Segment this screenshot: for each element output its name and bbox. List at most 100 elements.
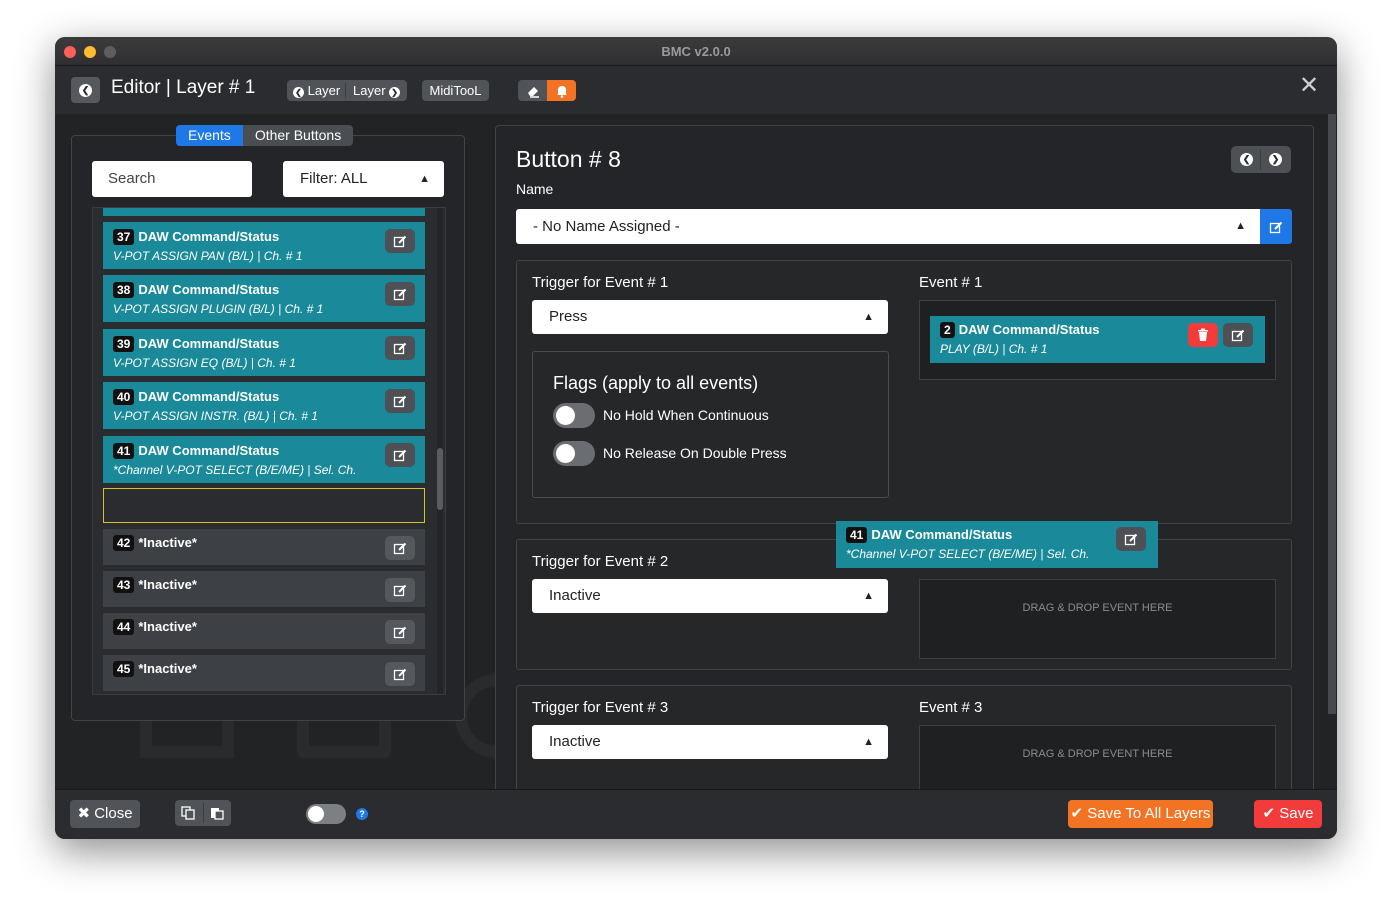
tab-events[interactable]: Events — [176, 125, 243, 146]
edit-button[interactable] — [385, 662, 415, 686]
edit-icon — [393, 342, 407, 355]
edit-button[interactable] — [385, 229, 415, 253]
name-select[interactable]: - No Name Assigned - ▲ — [516, 209, 1260, 244]
list-item[interactable]: 45 *Inactive* — [103, 655, 425, 691]
close-editor-icon[interactable]: ✕ — [1299, 71, 1319, 100]
button-nav-group: ❮ ❯ — [1231, 146, 1291, 173]
event-subtitle: *Channel V-POT SELECT (B/E/ME) | Sel. Ch… — [113, 463, 357, 477]
event-type: DAW Command/Status — [138, 443, 280, 458]
window-scrollbar[interactable] — [1328, 114, 1336, 714]
layer-next-button[interactable]: Layer ❯ — [353, 80, 401, 101]
event-1-section: Trigger for Event # 1 Press ▲ Flags (app… — [516, 260, 1292, 524]
event-2-dropzone[interactable]: DRAG & DROP EVENT HERE — [919, 579, 1276, 659]
chevron-left-icon[interactable]: ❮ — [1240, 153, 1253, 166]
delete-event-button[interactable] — [1188, 323, 1218, 347]
check-icon: ✔ — [1262, 805, 1276, 822]
edit-button[interactable] — [385, 620, 415, 644]
edit-button[interactable] — [1116, 527, 1146, 551]
layer-next-label: Layer — [353, 83, 386, 98]
layer-prev-button[interactable]: ❮ Layer — [293, 80, 340, 101]
miditool-button[interactable]: MidiTooL — [422, 80, 489, 101]
bell-button[interactable] — [547, 80, 576, 101]
footer-toggle[interactable] — [306, 804, 346, 824]
event-subtitle: V-POT ASSIGN PLUGIN (B/L) | Ch. # 1 — [113, 302, 324, 316]
mode-toggle-group — [518, 80, 576, 101]
toggle-knob — [556, 406, 575, 425]
tab-other-buttons[interactable]: Other Buttons — [243, 125, 353, 146]
event-subtitle: V-POT ASSIGN INSTR. (B/L) | Ch. # 1 — [113, 409, 318, 423]
event-type: *Inactive* — [138, 577, 197, 592]
edit-icon — [393, 542, 407, 555]
trigger-2-select[interactable]: Inactive ▲ — [532, 579, 888, 613]
edit-button[interactable] — [385, 336, 415, 360]
list-item[interactable]: 43 *Inactive* — [103, 571, 425, 607]
paste-button[interactable] — [210, 806, 224, 825]
edit-button[interactable] — [1223, 323, 1253, 347]
select-arrows-icon: ▲ — [863, 311, 874, 323]
edit-button[interactable] — [385, 389, 415, 413]
edit-button[interactable] — [385, 282, 415, 306]
save-button[interactable]: ✔ Save — [1254, 800, 1322, 828]
name-edit-button[interactable] — [1260, 209, 1292, 244]
footer-bar: ✖ Close ? ✔ Save To All Layers ✔ Save — [55, 789, 1337, 839]
edit-button[interactable] — [385, 443, 415, 467]
search-input[interactable]: Search — [92, 161, 252, 197]
eraser-button[interactable] — [518, 80, 547, 101]
event-title: 43 *Inactive* — [113, 577, 197, 593]
edit-icon — [393, 668, 407, 681]
bell-icon — [556, 85, 567, 98]
editor-title: Editor | Layer # 1 — [111, 77, 256, 98]
list-item[interactable]: 44 *Inactive* — [103, 613, 425, 649]
divider — [345, 83, 346, 98]
edit-button[interactable] — [385, 578, 415, 602]
event-title: 39 DAW Command/Status — [113, 336, 279, 352]
dragging-event[interactable]: 41 DAW Command/Status *Channel V-POT SELE… — [836, 521, 1158, 568]
event-1-dropzone[interactable]: 2 DAW Command/Status PLAY (B/L) | Ch. # 1 — [919, 300, 1276, 380]
help-icon[interactable]: ? — [356, 808, 368, 820]
event-number: 41 — [113, 443, 135, 459]
toggle-knob — [308, 806, 324, 822]
list-item[interactable]: 42 *Inactive* — [103, 529, 425, 565]
trigger-3-select[interactable]: Inactive ▲ — [532, 725, 888, 759]
list-item[interactable]: 39 DAW Command/Status V-POT ASSIGN EQ (B/… — [103, 329, 425, 376]
chevron-right-icon[interactable]: ❯ — [1269, 153, 1282, 166]
event-subtitle: PLAY (B/L) | Ch. # 1 — [940, 342, 1048, 356]
select-arrows-icon: ▲ — [1235, 220, 1246, 232]
toggle-knob — [556, 444, 575, 463]
events-list[interactable]: 37 DAW Command/Status V-POT ASSIGN PAN (B… — [92, 207, 446, 695]
button-title: Button # 8 — [516, 146, 621, 172]
trigger-1-select[interactable]: Press ▲ — [532, 300, 888, 334]
chevron-left-icon: ❮ — [293, 87, 304, 98]
editor-header: ❮ Editor | Layer # 1 ❮ Layer Layer ❯ Mid… — [55, 66, 1337, 114]
event-type: *Inactive* — [138, 619, 197, 634]
list-item[interactable]: 37 DAW Command/Status V-POT ASSIGN PAN (B… — [103, 222, 425, 269]
event-number: 42 — [113, 535, 135, 551]
edit-button[interactable] — [385, 536, 415, 560]
no-release-toggle[interactable] — [553, 441, 595, 466]
edit-icon — [393, 584, 407, 597]
assigned-event[interactable]: 2 DAW Command/Status PLAY (B/L) | Ch. # 1 — [930, 316, 1265, 363]
list-item[interactable]: 41 DAW Command/Status *Channel V-POT SELE… — [103, 436, 425, 483]
no-hold-toggle[interactable] — [553, 403, 595, 428]
trigger-3-label: Trigger for Event # 3 — [532, 699, 669, 716]
list-item[interactable]: 38 DAW Command/Status V-POT ASSIGN PLUGIN… — [103, 275, 425, 322]
trigger-1-label: Trigger for Event # 1 — [532, 274, 669, 291]
name-value: - No Name Assigned - — [533, 218, 680, 235]
select-arrows-icon: ▲ — [863, 590, 874, 602]
event-number: 43 — [113, 577, 135, 593]
copy-button[interactable] — [181, 806, 195, 825]
list-item[interactable] — [103, 208, 425, 216]
filter-select[interactable]: Filter: ALL ▲ — [283, 161, 444, 197]
name-label: Name — [516, 181, 554, 197]
trash-icon — [1198, 328, 1208, 341]
event-3-label: Event # 3 — [919, 699, 983, 716]
list-item[interactable]: 40 DAW Command/Status V-POT ASSIGN INSTR.… — [103, 382, 425, 429]
save-all-layers-button[interactable]: ✔ Save To All Layers — [1068, 800, 1213, 828]
list-scrollbar-thumb[interactable] — [437, 448, 443, 510]
close-button[interactable]: ✖ Close — [70, 800, 140, 828]
eraser-icon — [527, 86, 539, 98]
dropzone-hint: DRAG & DROP EVENT HERE — [1022, 602, 1173, 614]
event-number: 41 — [846, 527, 868, 543]
edit-icon — [1269, 221, 1283, 233]
back-button[interactable]: ❮ — [71, 77, 100, 103]
